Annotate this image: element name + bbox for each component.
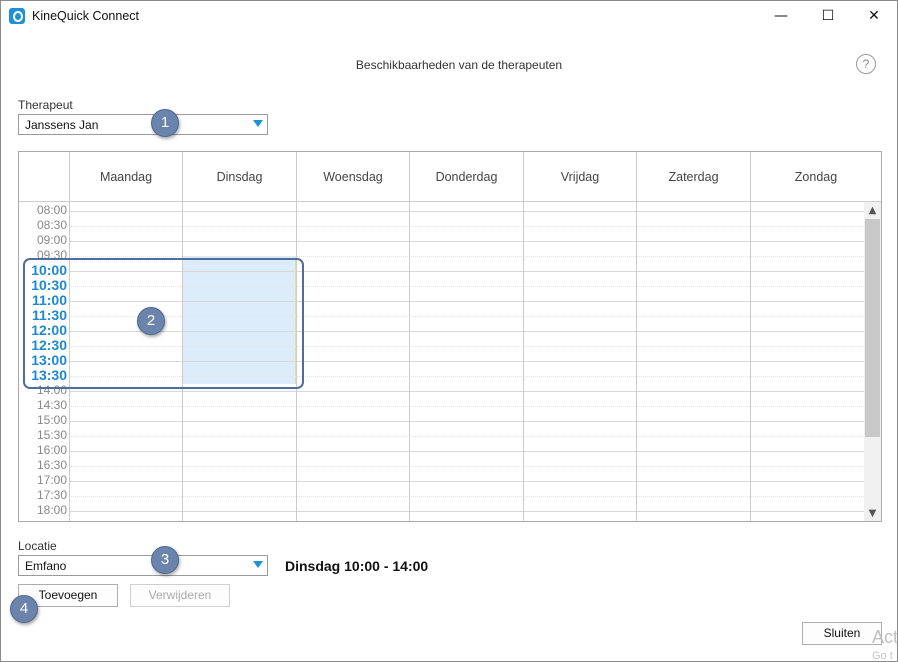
- close-button[interactable]: Sluiten: [802, 622, 882, 645]
- dropdown-arrow-icon: [253, 561, 263, 568]
- column-divider: [636, 202, 637, 521]
- row-divider: [69, 466, 864, 467]
- row-divider: [69, 406, 864, 407]
- row-divider: [69, 511, 864, 512]
- time-label: 17:00: [36, 473, 67, 487]
- time-label: 16:30: [36, 458, 67, 472]
- row-divider: [69, 241, 864, 242]
- activation-watermark-sub: Go t: [872, 650, 893, 662]
- scroll-up-icon[interactable]: ▲: [864, 202, 881, 219]
- minimize-button[interactable]: —: [758, 1, 804, 31]
- calendar-scrollbar[interactable]: ▲ ▼: [864, 202, 881, 521]
- day-header-zondag: Zondag: [750, 152, 881, 202]
- therapeut-label: Therapeut: [18, 98, 73, 112]
- scroll-down-icon[interactable]: ▼: [864, 505, 881, 521]
- time-label: 09:00: [36, 233, 67, 247]
- close-window-button[interactable]: ✕: [851, 1, 897, 31]
- time-label: 08:30: [36, 218, 67, 232]
- calendar-corner: [19, 152, 69, 202]
- locatie-label: Locatie: [18, 539, 57, 553]
- row-divider: [69, 391, 864, 392]
- day-header-woensdag: Woensdag: [296, 152, 409, 202]
- locatie-value: Emfano: [25, 559, 67, 573]
- title-bar: KineQuick Connect — ☐ ✕: [1, 1, 897, 31]
- time-label: 16:00: [36, 443, 67, 457]
- time-label: 17:30: [36, 488, 67, 502]
- row-divider: [69, 211, 864, 212]
- therapeut-dropdown[interactable]: Janssens Jan: [18, 114, 268, 135]
- time-label: 14:30: [36, 398, 67, 412]
- time-label: 15:00: [36, 413, 67, 427]
- row-divider: [69, 451, 864, 452]
- day-header-maandag: Maandag: [69, 152, 182, 202]
- app-logo-icon: [9, 8, 25, 24]
- row-divider: [69, 421, 864, 422]
- column-divider: [750, 202, 751, 521]
- day-header-zaterdag: Zaterdag: [636, 152, 750, 202]
- row-divider: [69, 256, 864, 257]
- day-header-vrijdag: Vrijdag: [523, 152, 636, 202]
- row-divider: [69, 226, 864, 227]
- column-divider: [523, 202, 524, 521]
- therapeut-value: Janssens Jan: [25, 118, 99, 132]
- day-header-dinsdag: Dinsdag: [182, 152, 296, 202]
- app-window: KineQuick Connect — ☐ ✕ Beschikbaarheden…: [0, 0, 898, 662]
- window-title: KineQuick Connect: [32, 9, 140, 23]
- row-divider: [69, 496, 864, 497]
- page-title: Beschikbaarheden van de therapeuten: [355, 58, 563, 72]
- time-label: 08:00: [36, 203, 67, 217]
- dropdown-arrow-icon: [253, 120, 263, 127]
- maximize-button[interactable]: ☐: [805, 1, 851, 31]
- selection-summary: Dinsdag 10:00 - 14:00: [285, 558, 429, 574]
- day-header-donderdag: Donderdag: [409, 152, 523, 202]
- callout-badge-2: 2: [137, 307, 165, 335]
- callout-badge-1: 1: [151, 109, 179, 137]
- activation-watermark: Act: [872, 627, 898, 647]
- column-divider: [409, 202, 410, 521]
- time-label: 18:00: [36, 503, 67, 517]
- row-divider: [69, 436, 864, 437]
- row-divider: [69, 481, 864, 482]
- callout-badge-3: 3: [151, 546, 179, 574]
- time-label: 15:30: [36, 428, 67, 442]
- scroll-thumb[interactable]: [865, 219, 880, 437]
- remove-button[interactable]: Verwijderen: [130, 584, 230, 607]
- help-icon[interactable]: ?: [856, 54, 876, 74]
- locatie-dropdown[interactable]: Emfano: [18, 555, 268, 576]
- callout-badge-4: 4: [10, 595, 38, 623]
